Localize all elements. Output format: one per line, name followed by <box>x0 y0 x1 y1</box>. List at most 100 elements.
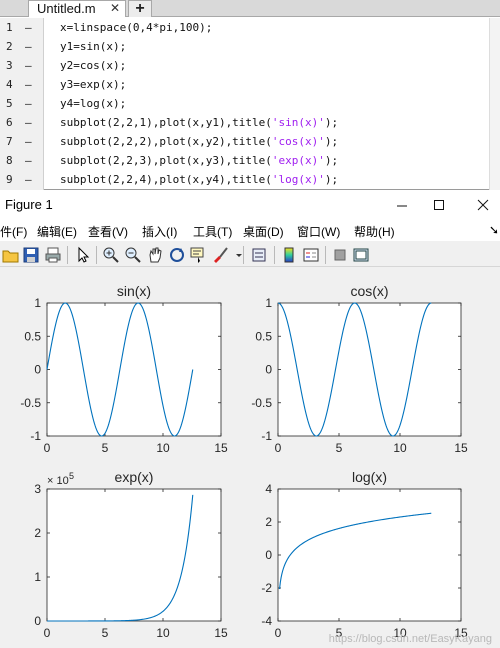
code-line[interactable]: 3 — y2=cos(x); <box>0 56 500 75</box>
maximize-button[interactable] <box>429 195 449 215</box>
code-line[interactable]: 7 — subplot(2,2,2),plot(x,y2),title('cos(x… <box>0 132 500 151</box>
code-token: subplot(2,2,4),plot(x,y4),title( <box>60 173 272 186</box>
subplot-canvas: sin(x)0 5 10 1510.50-0.5-1cos(x)0 5 10 1510.50… <box>20 283 492 645</box>
watermark-text: https://blog.csdn.net/EasyKayang <box>329 633 492 645</box>
x-tick-label: 5 <box>102 626 109 640</box>
tab-close-icon[interactable]: ✕ <box>108 0 122 16</box>
save-icon[interactable] <box>22 246 40 264</box>
code-string: 'cos(x)' <box>271 135 325 148</box>
colorbar-icon[interactable] <box>280 246 298 264</box>
code-line[interactable]: 6 — subplot(2,2,1),plot(x,y1),title('sin(x… <box>0 113 500 132</box>
menu-edit[interactable]: 编辑(E) <box>37 223 77 240</box>
code-line[interactable]: 1 — x=linspace(0,4*pi,100); <box>0 18 500 37</box>
exponent-power: 5 <box>69 471 74 481</box>
subplot-title: cos(x) <box>350 283 388 299</box>
code-token: subplot(2,2,3),plot(x,y3),title( <box>60 154 272 167</box>
y-tick-label: -2 <box>261 581 272 595</box>
menu-desktop[interactable]: 桌面(D) <box>243 223 284 240</box>
x-tick-label: 0 <box>44 626 51 640</box>
data-cursor-icon[interactable] <box>189 246 207 264</box>
code-text: x=linspace(0,4*pi,100); <box>60 18 212 37</box>
x-tick-label: 10 <box>156 626 170 640</box>
breakpoint-marker[interactable]: — <box>25 56 37 75</box>
zoom-out-icon[interactable] <box>124 246 142 264</box>
x-tick-label: 0 <box>44 441 51 455</box>
figure-canvas[interactable]: sin(x) 0 5 10 15 1 0.5 0 -0.5 -1 cos(x) 0 5 10 15 1 0.5 0… <box>0 268 500 648</box>
menu-insert[interactable]: 插入(I) <box>142 223 177 240</box>
line-number: 8 <box>6 154 13 167</box>
code-line[interactable]: 8 — subplot(2,2,3),plot(x,y3),title('exp(x… <box>0 151 500 170</box>
code-string: 'sin(x)' <box>271 116 325 129</box>
y-tick-label: 0 <box>265 548 272 562</box>
code-string: 'log(x)' <box>271 173 325 186</box>
code-line[interactable]: 4 — y3=exp(x); <box>0 75 500 94</box>
code-line[interactable]: 9 — subplot(2,2,4),plot(x,y4),title('log(x… <box>0 170 500 189</box>
breakpoint-marker[interactable]: — <box>25 37 37 56</box>
minimize-button[interactable] <box>392 195 412 215</box>
subplot-title: exp(x) <box>115 469 154 485</box>
pointer-icon[interactable] <box>74 246 92 264</box>
link-icon[interactable] <box>250 246 268 264</box>
open-icon[interactable] <box>2 246 20 264</box>
menu-overflow-icon[interactable]: ➘ <box>489 223 499 237</box>
code-text: y2=cos(x); <box>60 56 126 75</box>
add-tab-button[interactable]: + <box>128 0 152 17</box>
y-tick-label: 2 <box>34 526 41 540</box>
code-token: ); <box>324 173 339 186</box>
figure-titlebar: Figure 1 <box>0 191 500 219</box>
x-tick-label: 15 <box>214 626 228 640</box>
figure-title: Figure 1 <box>5 197 53 212</box>
menu-help[interactable]: 帮助(H) <box>354 223 395 240</box>
x-tick-label: 15 <box>454 441 468 455</box>
breakpoint-marker[interactable]: — <box>25 170 37 189</box>
pan-icon[interactable] <box>146 246 164 264</box>
line-number: 4 <box>6 78 13 91</box>
breakpoint-marker[interactable]: — <box>25 18 37 37</box>
breakpoint-marker[interactable]: — <box>25 151 37 170</box>
y-tick-label: -4 <box>261 614 272 628</box>
code-text: y4=log(x); <box>60 94 126 113</box>
chevron-down-icon[interactable] <box>230 246 248 264</box>
code-editor[interactable]: Untitled.m ✕ + 1 — x=linspace(0,4*pi,100);… <box>0 0 500 190</box>
y-tick-label: 2 <box>265 515 272 529</box>
x-tick-label: 10 <box>156 441 170 455</box>
code-text: subplot(2,2,2),plot(x,y2),title('cos(x)'… <box>60 132 338 151</box>
breakpoint-marker[interactable]: — <box>25 75 37 94</box>
menu-window[interactable]: 窗口(W) <box>297 223 340 240</box>
menu-file[interactable]: 件(F) <box>0 223 27 240</box>
y-tick-label: 3 <box>34 482 41 496</box>
close-button[interactable] <box>473 195 493 215</box>
legend-icon[interactable] <box>302 246 320 264</box>
print-icon[interactable] <box>44 246 62 264</box>
brush-icon[interactable] <box>211 246 229 264</box>
axes-box <box>46 488 222 622</box>
breakpoint-marker[interactable]: — <box>25 132 37 151</box>
code-text: subplot(2,2,3),plot(x,y3),title('exp(x)'… <box>60 151 338 170</box>
menu-view[interactable]: 查看(V) <box>88 223 128 240</box>
show-tools-icon[interactable] <box>352 246 370 264</box>
rotate-icon[interactable] <box>168 246 186 264</box>
breakpoint-marker[interactable]: — <box>25 113 37 132</box>
zoom-in-icon[interactable] <box>102 246 120 264</box>
code-line[interactable]: 2 — y1=sin(x); <box>0 37 500 56</box>
x-tick-label: 10 <box>393 441 407 455</box>
axes-box <box>277 488 462 622</box>
code-token: x=linspace(0,4*pi,100); <box>60 21 213 34</box>
code-token: y2=cos(x); <box>60 59 127 72</box>
y-tick-label: 0.5 <box>255 329 272 343</box>
toolbar-separator <box>274 246 275 264</box>
code-token: y3=exp(x); <box>60 78 127 91</box>
minimize-icon <box>397 205 407 207</box>
menu-tools[interactable]: 工具(T) <box>193 223 232 240</box>
hide-tools-icon[interactable] <box>331 246 349 264</box>
code-line[interactable]: 5 — y4=log(x); <box>0 94 500 113</box>
editor-scrollbar[interactable] <box>489 18 500 190</box>
code-token: subplot(2,2,2),plot(x,y2),title( <box>60 135 272 148</box>
code-text: subplot(2,2,4),plot(x,y4),title('log(x)'… <box>60 170 338 189</box>
toolbar-separator <box>96 246 97 264</box>
breakpoint-marker[interactable]: — <box>25 94 37 113</box>
y-tick-label: 1 <box>265 296 272 310</box>
x-tick-label: 0 <box>275 626 282 640</box>
subplot-title: sin(x) <box>117 283 151 299</box>
close-icon <box>477 199 489 211</box>
